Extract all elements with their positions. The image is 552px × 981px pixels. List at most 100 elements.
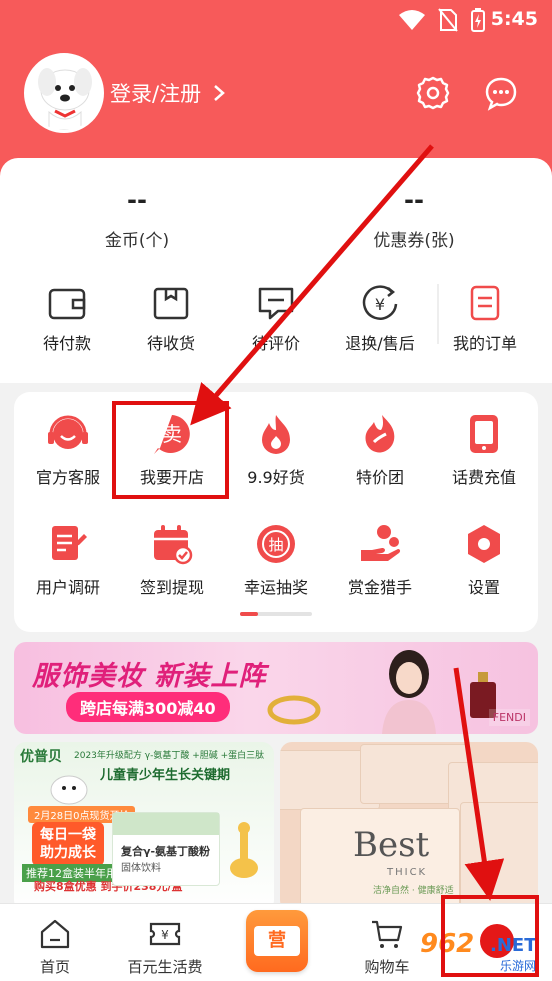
nav-living-allowance-label: 百元生活费 bbox=[127, 958, 203, 976]
service-99-deals-label: 9.9好货 bbox=[247, 468, 305, 487]
services-scroll-thumb bbox=[240, 612, 258, 616]
nav-home-label: 首页 bbox=[39, 958, 70, 976]
center-store-icon: 营 bbox=[254, 926, 300, 956]
order-pending-payment-label: 待付款 bbox=[42, 334, 91, 353]
coins-value: -- bbox=[127, 186, 147, 214]
product-badge: 每日一袋 助力成长 bbox=[32, 822, 104, 866]
service-99-deals[interactable]: 9.9好货 bbox=[224, 412, 328, 488]
service-bounty-hunter-label: 赏金猎手 bbox=[347, 578, 412, 597]
login-label: 登录/注册 bbox=[110, 82, 202, 106]
coupons-label: 优惠券(张) bbox=[373, 231, 455, 251]
tissue-pack-front: Best THICK 洁净自然 · 健康舒适 bbox=[300, 808, 460, 912]
service-customer-support[interactable]: 官方客服 bbox=[16, 412, 120, 488]
services-scroll-indicator bbox=[240, 612, 312, 616]
product-box-title: 复合γ-氨基丁酸粉 bbox=[121, 845, 211, 858]
my-orders-label: 我的订单 bbox=[452, 334, 517, 353]
status-time: 5:45 bbox=[490, 8, 538, 30]
coupons-stat[interactable]: -- 优惠券(张) bbox=[314, 186, 514, 251]
coupon-icon: ¥ bbox=[149, 922, 181, 946]
svg-text:¥: ¥ bbox=[375, 295, 385, 314]
refund-icon: ¥ bbox=[362, 285, 398, 320]
svg-text:¥: ¥ bbox=[161, 928, 169, 942]
orders-row: 待付款 待收货 待评价 ¥ 退换/售后 我的订单 bbox=[0, 284, 552, 376]
order-pending-review-label: 待评价 bbox=[251, 334, 300, 353]
services-card: 官方客服 卖 我要开店 9.9好货 特价团 话费充值 用户调研 签到提现 抽 幸… bbox=[14, 392, 538, 632]
dog-mascot-icon bbox=[38, 68, 92, 130]
gear-icon bbox=[416, 76, 450, 110]
service-bounty-hunter[interactable]: 赏金猎手 bbox=[328, 522, 432, 598]
order-pending-receipt[interactable]: 待收货 bbox=[121, 284, 221, 354]
settings-hex-icon bbox=[468, 525, 500, 563]
service-checkin-withdraw-label: 签到提现 bbox=[139, 578, 204, 597]
dog-mascot-icon bbox=[50, 775, 88, 805]
service-phone-recharge-label: 话费充值 bbox=[451, 468, 516, 487]
calendar-icon bbox=[154, 525, 193, 565]
lottery-icon: 抽 bbox=[257, 525, 295, 563]
service-phone-recharge[interactable]: 话费充值 bbox=[432, 412, 536, 488]
service-special-group[interactable]: 特价团 bbox=[328, 412, 432, 488]
flame-icon bbox=[365, 415, 395, 453]
service-user-survey-label: 用户调研 bbox=[35, 578, 100, 597]
banner-brand: FENDI bbox=[488, 709, 530, 726]
product-box-band bbox=[113, 813, 219, 835]
order-refund-aftersale-label: 退换/售后 bbox=[345, 334, 415, 353]
service-lucky-draw[interactable]: 抽 幸运抽奖 bbox=[224, 522, 328, 598]
promo-banner[interactable]: 服饰美妆 新装上阵 跨店每满300减40 FENDI bbox=[14, 642, 538, 734]
home-icon bbox=[40, 919, 70, 949]
chat-bubble-icon bbox=[485, 77, 517, 111]
wallet-icon bbox=[48, 288, 86, 320]
banner-promo: 跨店每满300减40 bbox=[66, 692, 230, 722]
login-register-link[interactable]: 登录/注册 bbox=[110, 78, 226, 108]
tissue-sub: THICK bbox=[387, 867, 428, 878]
product-headline: 儿童青少年生长关键期 bbox=[100, 768, 231, 783]
coins-stat[interactable]: -- 金币(个) bbox=[37, 186, 237, 251]
comment-icon bbox=[258, 287, 294, 320]
messages-button[interactable] bbox=[482, 74, 520, 112]
order-pending-review[interactable]: 待评价 bbox=[226, 284, 326, 354]
order-list-icon bbox=[470, 285, 500, 321]
model-image bbox=[382, 650, 436, 734]
avatar[interactable] bbox=[24, 53, 104, 133]
product-box-image: 复合γ-氨基丁酸粉 固体饮料 bbox=[112, 812, 220, 886]
banner-title: 服饰美妆 新装上阵 bbox=[32, 661, 267, 692]
giraffe-icon bbox=[230, 822, 258, 878]
lottery-glyph: 抽 bbox=[268, 536, 283, 554]
nav-center-store[interactable]: 营 bbox=[246, 910, 308, 972]
highlight-box-me-tab bbox=[441, 895, 539, 977]
product-card-tissue[interactable]: Best THICK 洁净自然 · 健康舒适 bbox=[280, 742, 538, 912]
reward-hand-icon bbox=[361, 525, 401, 561]
product-brand: 优普贝 bbox=[20, 749, 62, 765]
headset-icon bbox=[48, 415, 88, 449]
status-bar: 5:45 bbox=[0, 0, 552, 40]
nav-home[interactable]: 首页 bbox=[0, 918, 110, 977]
no-sim-icon bbox=[438, 8, 458, 32]
service-user-survey[interactable]: 用户调研 bbox=[16, 522, 120, 598]
service-special-group-label: 特价团 bbox=[355, 468, 404, 487]
my-orders[interactable]: 我的订单 bbox=[435, 284, 535, 354]
service-settings[interactable]: 设置 bbox=[432, 522, 536, 598]
product-card-supplement[interactable]: 优普贝 2023年升级配方 γ-氨基丁酸 +胆碱 +蛋白三肽 儿童青少年生长关键… bbox=[14, 742, 274, 912]
coupons-value: -- bbox=[404, 186, 424, 214]
service-customer-support-label: 官方客服 bbox=[35, 468, 100, 487]
assets-card: -- 金币(个) -- 优惠券(张) 待付款 待收货 待评价 ¥ 退换/售后 我… bbox=[0, 158, 552, 383]
battery-charging-icon bbox=[471, 8, 485, 32]
service-checkin-withdraw[interactable]: 签到提现 bbox=[120, 522, 224, 598]
phone-icon bbox=[470, 415, 498, 453]
chevron-right-icon bbox=[213, 85, 225, 101]
gold-jewelry-image bbox=[267, 695, 321, 725]
settings-button[interactable] bbox=[414, 74, 452, 112]
product-top-line: 2023年升级配方 γ-氨基丁酸 +胆碱 +蛋白三肽 bbox=[74, 751, 265, 761]
service-settings-label: 设置 bbox=[467, 578, 500, 597]
highlight-box-open-store bbox=[112, 401, 229, 499]
box-icon bbox=[153, 287, 189, 320]
coins-label: 金币(个) bbox=[104, 231, 170, 251]
tissue-brand: Best bbox=[353, 825, 430, 865]
cart-icon bbox=[372, 920, 403, 948]
nav-living-allowance[interactable]: ¥ 百元生活费 bbox=[110, 918, 220, 977]
order-pending-payment[interactable]: 待付款 bbox=[17, 284, 117, 354]
service-lucky-draw-label: 幸运抽奖 bbox=[243, 578, 308, 597]
product-box-sub: 固体饮料 bbox=[121, 863, 161, 874]
order-refund-aftersale[interactable]: ¥ 退换/售后 bbox=[330, 284, 430, 354]
order-pending-receipt-label: 待收货 bbox=[146, 334, 195, 353]
fire-icon bbox=[262, 415, 290, 454]
